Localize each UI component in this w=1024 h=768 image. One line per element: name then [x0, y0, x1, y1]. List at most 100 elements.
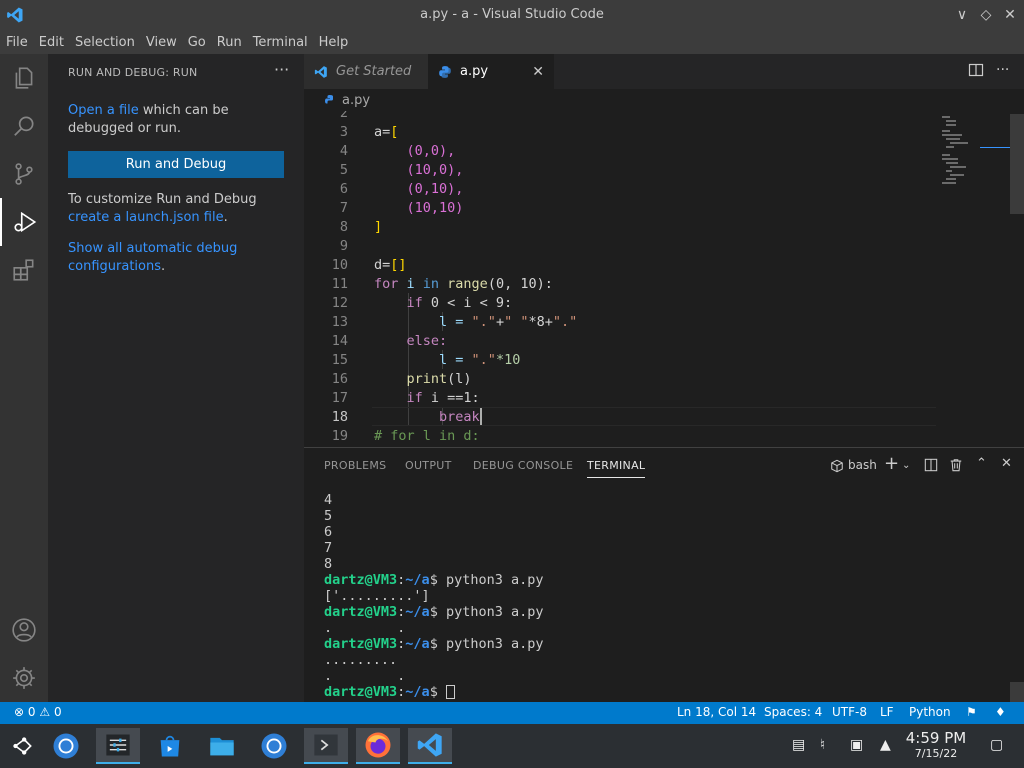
clock[interactable]: 4:59 PM 7/15/22 — [900, 729, 972, 760]
tray-expand-icon[interactable]: ▲ — [880, 737, 891, 753]
eol-status[interactable]: LF — [880, 705, 894, 719]
show-desktop-icon[interactable]: ▢ — [990, 737, 1003, 753]
code-line: 12 if 0 < i < 9: — [331, 295, 513, 311]
cursor-position[interactable]: Ln 18, Col 14 — [677, 705, 756, 719]
more-actions-icon[interactable]: ··· — [274, 60, 289, 79]
terminal-prompt: dartz@VM3:~/a$ python3 a.py — [324, 572, 544, 588]
customize-hint-end: . — [223, 210, 228, 225]
split-terminal-icon[interactable] — [924, 458, 938, 472]
run-and-debug-sidebar: RUN AND DEBUG: RUN ··· Open a file which… — [48, 54, 304, 702]
menu-run[interactable]: Run — [217, 35, 242, 50]
customize-hint-text: To customize Run and Debug — [68, 192, 257, 207]
maximize-button[interactable]: ◇ — [976, 5, 996, 25]
tab-output[interactable]: OUTPUT — [405, 459, 452, 472]
volume-muted-icon[interactable]: ♮ — [820, 737, 825, 753]
system-settings-icon[interactable] — [96, 728, 140, 764]
search-icon[interactable] — [0, 102, 48, 150]
terminal-shell-label[interactable]: bash — [848, 458, 877, 472]
terminal-line: ['.........'] — [324, 588, 430, 604]
file-manager-icon[interactable] — [200, 728, 244, 764]
error-count: 0 — [27, 705, 36, 719]
code-editor[interactable]: 2 3 a=[ 4 (0,0), 5 (10,0), 6 (0,10), 7 (1… — [304, 111, 1024, 447]
tab-a-py[interactable]: a.py ✕ — [428, 54, 554, 89]
bottom-panel: PROBLEMS OUTPUT DEBUG CONSOLE TERMINAL b… — [304, 447, 1024, 702]
code-line: 4 (0,0), — [339, 143, 456, 159]
notifications-bell-icon[interactable]: ♦ — [995, 705, 1006, 719]
more-actions-editor-icon[interactable]: ··· — [996, 62, 1009, 78]
terminal-line: ......... — [324, 652, 398, 668]
terminal-line: 5 — [324, 508, 333, 524]
tab-terminal[interactable]: TERMINAL — [587, 459, 646, 478]
extensions-icon[interactable] — [0, 246, 48, 294]
feedback-icon[interactable]: ⚑ — [966, 705, 977, 719]
explorer-icon[interactable] — [0, 54, 48, 102]
terminal-prompt: dartz@VM3:~/a$ python3 a.py — [324, 636, 544, 652]
konsole-icon[interactable] — [304, 728, 348, 764]
terminal-line: . . — [324, 668, 406, 684]
breadcrumb-file[interactable]: a.py — [342, 93, 370, 108]
terminal-scrollbar[interactable] — [1010, 682, 1024, 702]
clock-time: 4:59 PM — [905, 729, 967, 747]
indentation-status[interactable]: Spaces: 4 — [764, 705, 822, 719]
code-line: 5 (10,0), — [339, 162, 464, 178]
close-tab-icon[interactable]: ✕ — [532, 64, 544, 80]
problems-status[interactable]: ⊗ 0 ⚠ 0 — [14, 705, 62, 719]
new-terminal-icon[interactable]: + — [884, 453, 899, 474]
terminal-output[interactable]: 4 5 6 7 8 dartz@VM3:~/a$ python3 a.py ['… — [324, 492, 1014, 700]
app-launcher-icon[interactable] — [0, 728, 44, 764]
run-and-debug-icon[interactable] — [0, 198, 48, 246]
code-line: 2 — [339, 111, 348, 121]
open-file-link[interactable]: Open a file — [68, 103, 139, 118]
vscode-taskbar-icon[interactable] — [408, 728, 452, 764]
menu-view[interactable]: View — [146, 35, 177, 50]
encoding-status[interactable]: UTF-8 — [832, 705, 867, 719]
menu-go[interactable]: Go — [188, 35, 206, 50]
show-debug-configurations-link[interactable]: Show all automatic debug configurations — [68, 241, 237, 274]
close-window-button[interactable]: ✕ — [1000, 5, 1020, 25]
language-mode[interactable]: Python — [909, 705, 951, 719]
split-editor-icon[interactable] — [968, 62, 984, 78]
close-panel-icon[interactable]: ✕ — [1001, 456, 1012, 471]
terminal-prompt: dartz@VM3:~/a$ python3 a.py — [324, 604, 544, 620]
chromium-icon[interactable] — [44, 728, 88, 764]
network-icon[interactable]: ▣ — [850, 737, 863, 753]
tab-problems[interactable]: PROBLEMS — [324, 459, 386, 472]
terminal-dropdown-icon[interactable]: ⌄ — [902, 460, 910, 471]
account-icon[interactable] — [0, 606, 48, 654]
editor-scrollbar[interactable] — [1010, 114, 1024, 214]
menu-file[interactable]: File — [6, 35, 28, 50]
trash-icon[interactable] — [949, 458, 963, 472]
discover-store-icon[interactable] — [148, 728, 192, 764]
terminal-line: 7 — [324, 540, 333, 556]
code-line: 19 # for l in d: — [331, 428, 480, 444]
maximize-panel-icon[interactable]: ⌃ — [976, 456, 987, 471]
menu-edit[interactable]: Edit — [39, 35, 64, 50]
code-line: 15 l = "."*10 — [331, 352, 521, 368]
code-line: 16 print(l) — [331, 371, 472, 387]
tab-get-started[interactable]: Get Started — [304, 54, 428, 89]
terminal-prompt: dartz@VM3:~/a$ — [324, 684, 1014, 700]
minimap[interactable] — [940, 114, 1010, 194]
minimize-button[interactable]: ∨ — [952, 5, 972, 25]
firefox-icon[interactable] — [356, 728, 400, 764]
terminal-shell-icon — [831, 459, 843, 473]
tab-debug-console[interactable]: DEBUG CONSOLE — [473, 459, 573, 472]
menu-selection[interactable]: Selection — [75, 35, 135, 50]
activity-bar — [0, 54, 48, 702]
vscode-tab-icon — [314, 65, 327, 78]
menu-help[interactable]: Help — [319, 35, 349, 50]
show-configs-hint: Show all automatic debug configurations. — [68, 240, 290, 276]
python-file-icon — [439, 65, 451, 78]
source-control-icon[interactable] — [0, 150, 48, 198]
clipboard-icon[interactable]: ▤ — [792, 737, 805, 753]
show-configs-end: . — [161, 259, 166, 274]
run-and-debug-button[interactable]: Run and Debug — [68, 151, 284, 178]
chromium-icon-2[interactable] — [252, 728, 296, 764]
settings-gear-icon[interactable] — [0, 654, 48, 702]
tab-label: Get Started — [336, 64, 412, 79]
code-line: 13 l = "."+" "*8+"." — [331, 314, 578, 330]
menu-terminal[interactable]: Terminal — [253, 35, 308, 50]
code-line: 11 for i in range(0, 10): — [331, 276, 553, 292]
create-launch-json-link[interactable]: create a launch.json file — [68, 210, 224, 225]
sidebar-title: RUN AND DEBUG: RUN — [68, 66, 198, 79]
